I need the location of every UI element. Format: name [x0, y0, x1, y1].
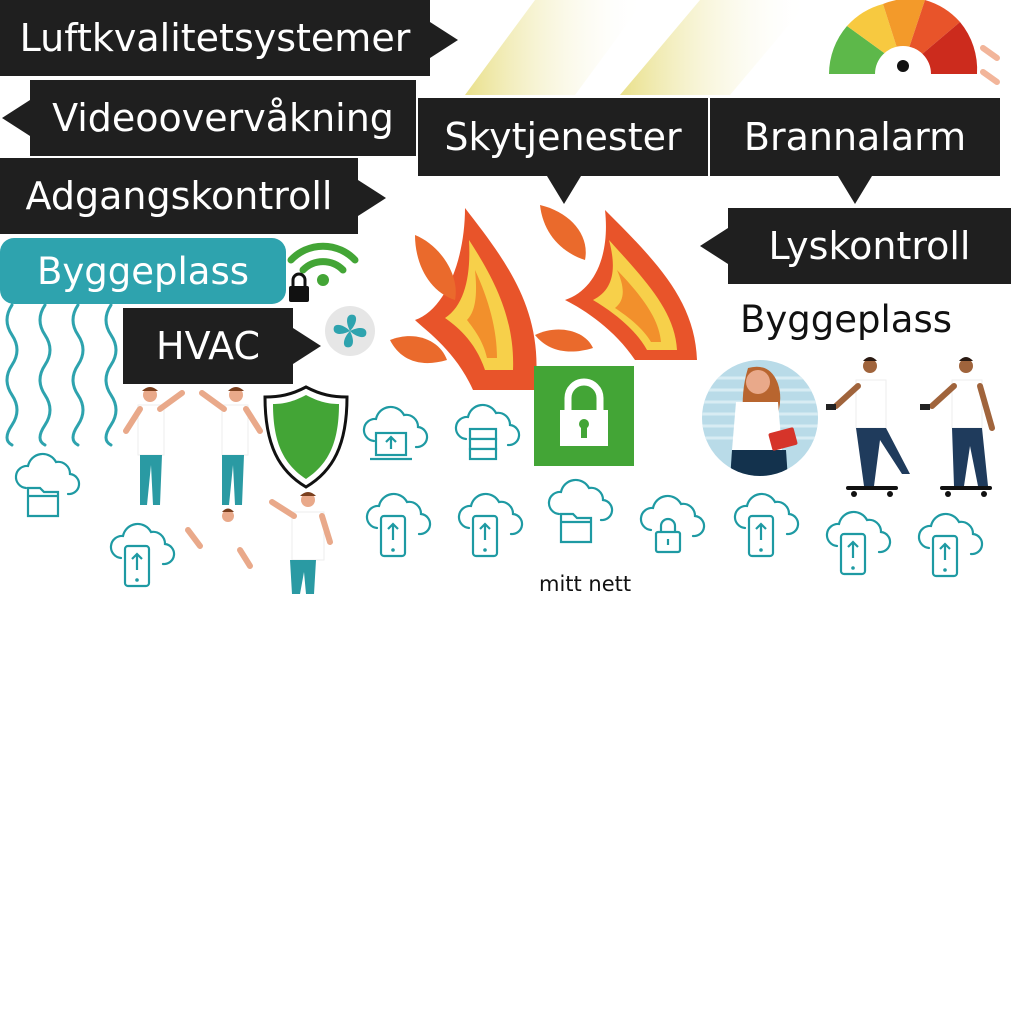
label-brannalarm: Brannalarm — [710, 98, 1000, 176]
cloud-phone-icon — [365, 492, 432, 558]
heat-waves-icon — [5, 303, 118, 447]
label-adgangskontroll: Adgangskontroll — [0, 158, 358, 234]
skateboarders-illustration — [826, 357, 995, 497]
callout-pointer — [700, 228, 728, 264]
cloud-phone-icon — [917, 512, 984, 578]
cloud-upload-laptop-icon — [362, 405, 429, 461]
byggeplass-heading: Byggeplass — [740, 298, 953, 341]
fire-icon — [390, 205, 697, 390]
label-videoovervakning: Videoovervåkning — [30, 80, 416, 156]
callout-pointer — [293, 328, 321, 364]
people-phone-illustration — [185, 492, 333, 594]
light-beams-decoration — [465, 0, 810, 95]
label-lyskontroll: Lyskontroll — [728, 208, 1011, 284]
callout-pointer — [838, 176, 872, 204]
fan-icon — [325, 306, 375, 356]
label-skytjenester: Skytjenester — [418, 98, 708, 176]
padlock-icon — [534, 366, 634, 466]
cloud-phone-icon — [457, 492, 524, 558]
callout-pointer — [358, 180, 386, 216]
cloud-phone-icon — [825, 510, 892, 576]
cloud-folder-icon — [547, 478, 614, 544]
cloud-folder-icon — [14, 452, 81, 518]
label-hvac: HVAC — [123, 308, 293, 384]
cloud-lock-icon — [639, 494, 706, 554]
wifi-lock-icon — [287, 242, 359, 302]
cloud-phone-icon — [109, 522, 176, 588]
byggeplass-badge: Byggeplass — [0, 238, 286, 304]
cloud-server-icon — [454, 403, 521, 461]
security-shield-icon — [263, 385, 349, 489]
label-luftkvalitetsystemer: Luftkvalitetsystemer — [0, 0, 430, 76]
callout-pointer — [2, 100, 30, 136]
air-quality-gauge-icon — [829, 0, 1000, 102]
woman-tablet-avatar — [702, 360, 818, 476]
cloud-phone-icon — [733, 492, 800, 558]
callout-pointer — [430, 22, 458, 58]
mitt-nett-caption: mitt nett — [539, 572, 632, 596]
